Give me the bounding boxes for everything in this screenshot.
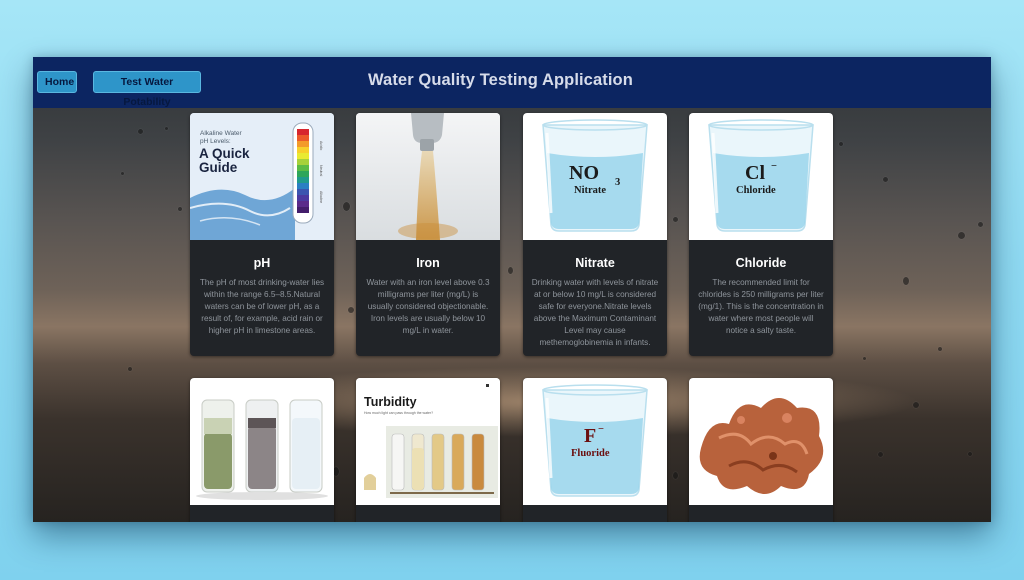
water-droplet xyxy=(508,267,513,274)
nitrate-glass-image: NO 3 Nitrate xyxy=(523,113,667,240)
water-glass-icon: NO 3 Nitrate xyxy=(542,119,648,232)
water-glass-icon: F − Fluoride xyxy=(542,384,648,497)
water-droplet xyxy=(348,307,354,313)
water-droplet xyxy=(978,222,983,227)
app-window: Home Test Water Potability Water Quality… xyxy=(33,57,991,522)
ph-scale-alkaline-label: Alkaline xyxy=(319,191,323,203)
test-water-potability-button[interactable]: Test Water Potability xyxy=(93,71,201,108)
chloride-name: Chloride xyxy=(736,185,776,196)
copper-image xyxy=(689,378,833,505)
turbidity-sub: How much light can pass through the wate… xyxy=(364,411,433,415)
card-iron[interactable]: Iron Water with an iron level above 0.3 … xyxy=(356,113,500,356)
app-title: Water Quality Testing Application xyxy=(368,71,633,89)
water-droplet xyxy=(968,452,972,456)
chloride-formula: Cl xyxy=(745,162,765,184)
water-droplet xyxy=(903,277,909,285)
turbidity-chart-icon: Turbidity How much light can pass throug… xyxy=(356,378,500,505)
fluoride-formula: F xyxy=(584,425,596,447)
card-turbidity[interactable]: Turbidity How much light can pass throug… xyxy=(356,378,500,522)
ph-image-line2: pH Levels: xyxy=(200,138,231,145)
water-droplet xyxy=(883,177,888,182)
water-droplet xyxy=(863,357,866,360)
card-title-chloride: Chloride xyxy=(735,256,787,270)
water-droplet xyxy=(138,129,143,134)
test-tubes-icon xyxy=(196,399,328,500)
iron-faucet-image xyxy=(356,113,500,240)
card-text-ph: The pH of most drinking-water lies withi… xyxy=(199,278,325,335)
water-droplet xyxy=(121,172,124,175)
ph-scale-neutral-label: Neutral xyxy=(319,165,323,177)
water-droplet xyxy=(165,127,168,130)
ph-guide-image: Alkaline Water pH Levels: A Quick Guide xyxy=(190,113,334,240)
fluoride-glass-image: F − Fluoride xyxy=(523,378,667,505)
card-copper[interactable] xyxy=(689,378,833,522)
card-fluoride[interactable]: F − Fluoride xyxy=(523,378,667,522)
nitrate-name: Nitrate xyxy=(574,185,606,196)
turbidity-image: Turbidity How much light can pass throug… xyxy=(356,378,500,505)
card-text-nitrate: Drinking water with levels of nitrate at… xyxy=(531,278,659,347)
water-droplet xyxy=(958,232,965,239)
water-droplet xyxy=(938,347,942,351)
card-text-chloride: The recommended limit for chlorides is 2… xyxy=(698,278,824,335)
card-nitrate[interactable]: NO 3 Nitrate Nitrate Drinking water with… xyxy=(523,113,667,356)
water-droplet xyxy=(913,402,919,408)
ph-image-headline1: A Quick xyxy=(199,146,250,161)
card-ph[interactable]: Alkaline Water pH Levels: A Quick Guide xyxy=(190,113,334,356)
home-button[interactable]: Home xyxy=(37,71,77,93)
nitrate-subscript: 3 xyxy=(615,177,620,188)
card-chloride[interactable]: Cl − Chloride Chloride The recommended l… xyxy=(689,113,833,356)
water-droplet xyxy=(878,452,883,457)
card-title-iron: Iron xyxy=(416,256,440,270)
water-droplet xyxy=(128,367,132,371)
nitrate-formula: NO xyxy=(569,162,599,184)
fluoride-superscript: − xyxy=(598,424,604,435)
ph-scale-icon: Alkaline Water pH Levels: A Quick Guide xyxy=(190,113,334,240)
water-droplet xyxy=(839,142,843,146)
water-droplet xyxy=(673,472,678,479)
water-glass-icon: Cl − Chloride xyxy=(708,119,814,232)
card-title-ph: pH xyxy=(253,256,271,270)
water-droplet xyxy=(343,202,350,211)
card-sediment[interactable] xyxy=(190,378,334,522)
water-droplet xyxy=(673,217,678,222)
chloride-glass-image: Cl − Chloride xyxy=(689,113,833,240)
copper-nugget-icon xyxy=(699,398,824,494)
fluoride-name: Fluoride xyxy=(571,448,610,459)
turbidity-heading: Turbidity xyxy=(364,395,417,409)
chloride-superscript: − xyxy=(771,161,777,172)
card-title-nitrate: Nitrate xyxy=(575,256,615,270)
sediment-tubes-image xyxy=(190,378,334,505)
faucet-icon xyxy=(356,113,500,240)
ph-image-line1: Alkaline Water xyxy=(200,130,242,137)
water-droplet xyxy=(178,207,182,211)
card-text-iron: Water with an iron level above 0.3 milli… xyxy=(366,278,490,335)
ph-scale-acidic-label: Acidic xyxy=(319,141,323,151)
top-navbar: Home Test Water Potability Water Quality… xyxy=(33,57,991,108)
ph-image-headline2: Guide xyxy=(199,160,238,175)
